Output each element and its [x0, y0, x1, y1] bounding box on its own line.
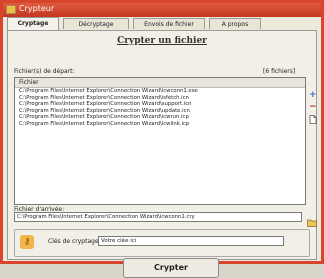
- window-title: Crypteur: [19, 4, 55, 13]
- tab-envoi-fichier[interactable]: Envois de fichier: [133, 18, 205, 29]
- tab-decryptage[interactable]: Décryptage: [63, 18, 129, 29]
- app-window: Crypteur Cryptage Décryptage Envois de f…: [0, 0, 324, 278]
- tab-strip: Cryptage Décryptage Envois de fichier A …: [7, 17, 319, 30]
- list-item[interactable]: C:\Program Files\Internet Explorer\Conne…: [15, 101, 305, 108]
- add-icon[interactable]: +: [309, 91, 317, 100]
- source-files-label: Fichier(s) de départ:: [14, 68, 75, 75]
- folder-open-icon[interactable]: [307, 212, 317, 227]
- tab-cryptage[interactable]: Cryptage: [7, 17, 59, 30]
- column-header-file[interactable]: Fichier: [15, 78, 305, 88]
- file-count-label: [6 fichiers]: [263, 68, 296, 75]
- key-input[interactable]: Votre clée ici: [98, 236, 284, 246]
- tab-a-propos[interactable]: A propos: [209, 18, 261, 29]
- list-item[interactable]: C:\Program Files\Internet Explorer\Conne…: [15, 114, 305, 121]
- list-item[interactable]: C:\Program Files\Internet Explorer\Conne…: [15, 108, 305, 115]
- crypt-button[interactable]: Crypter: [123, 258, 219, 278]
- source-file-list[interactable]: Fichier C:\Program Files\Internet Explor…: [14, 77, 306, 205]
- document-icon[interactable]: [309, 115, 317, 127]
- remove-icon[interactable]: −: [309, 103, 317, 112]
- list-item[interactable]: C:\Program Files\Internet Explorer\Conne…: [15, 88, 305, 95]
- key-icon: ⚷: [20, 235, 34, 249]
- list-item[interactable]: C:\Program Files\Internet Explorer\Conne…: [15, 95, 305, 102]
- key-label: Clés de cryptage:: [48, 238, 101, 245]
- app-icon: [6, 5, 16, 14]
- title-bar: Crypteur: [3, 3, 321, 17]
- list-item[interactable]: C:\Program Files\Internet Explorer\Conne…: [15, 121, 305, 128]
- output-path-field[interactable]: C:\Program Files\Internet Explorer\Conne…: [14, 212, 302, 222]
- crypt-panel: Crypter un fichier Fichier(s) de départ:…: [7, 30, 317, 278]
- page-title: Crypter un fichier: [117, 36, 207, 46]
